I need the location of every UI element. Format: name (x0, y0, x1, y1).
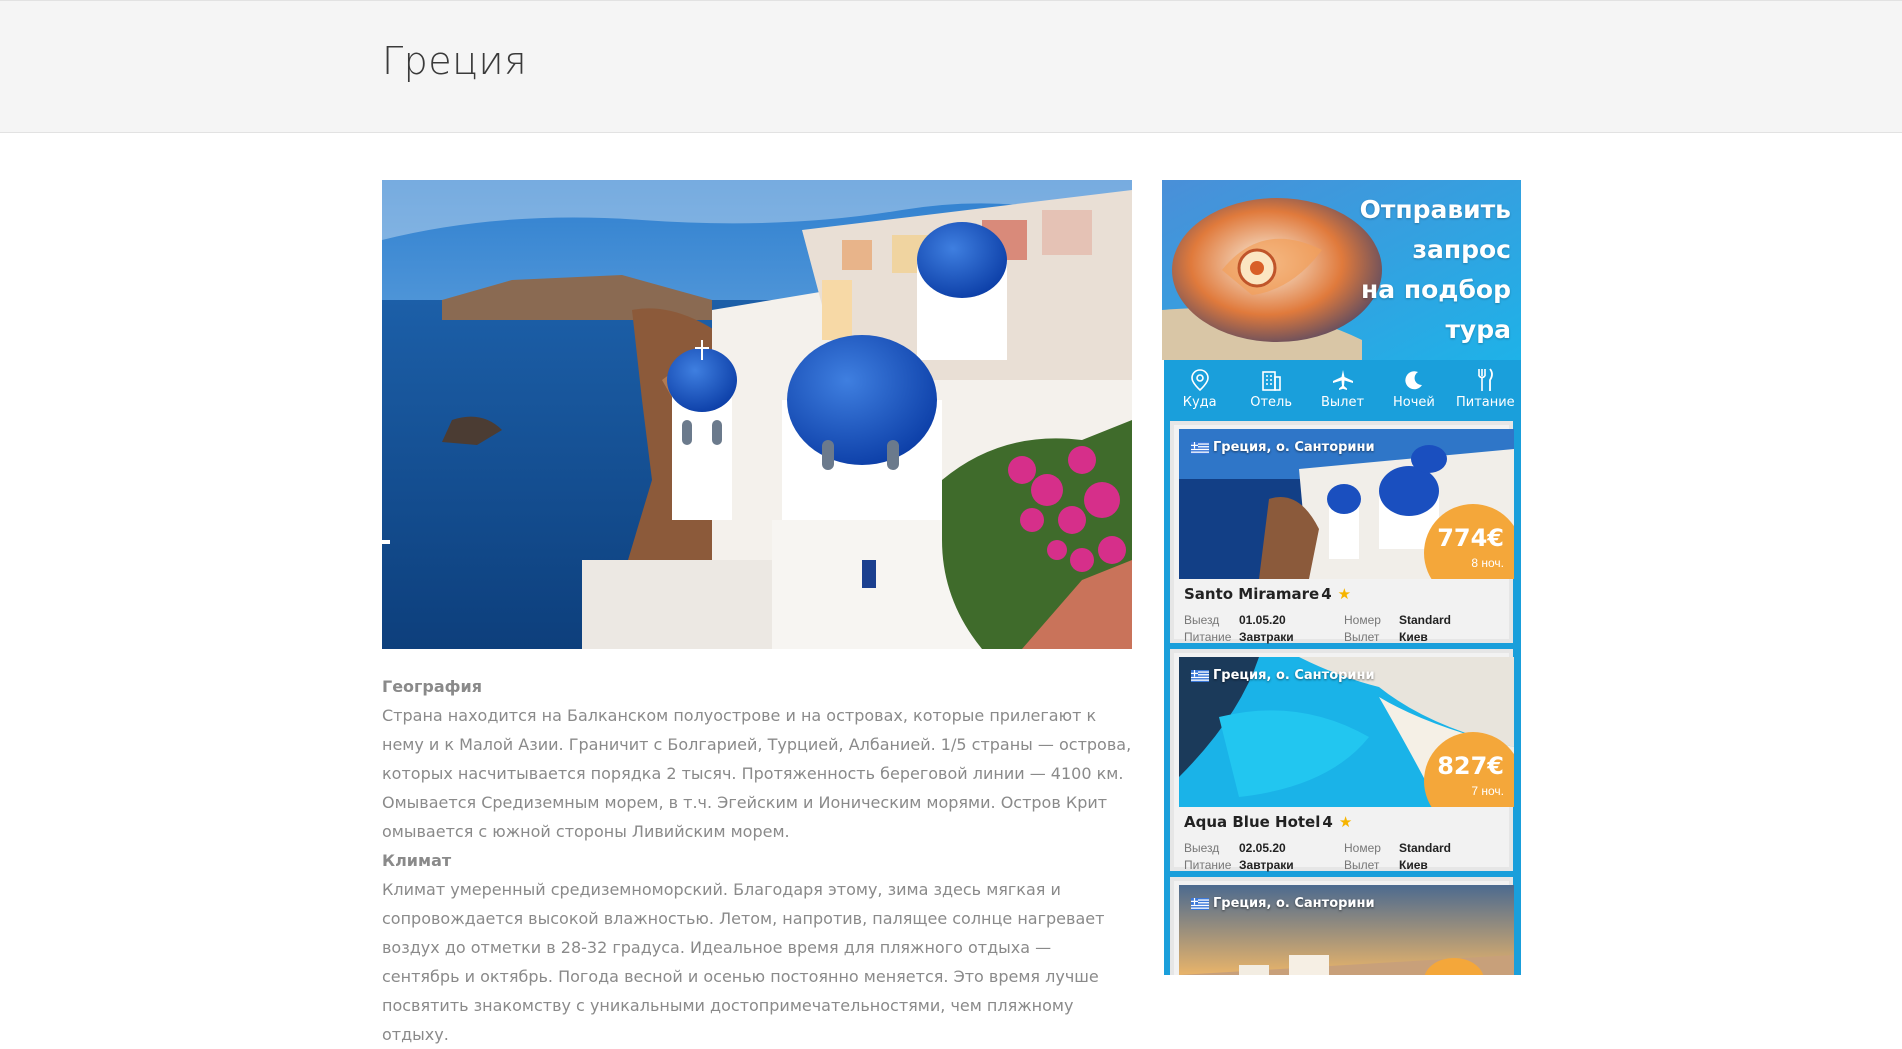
filter-destination[interactable]: Куда (1164, 360, 1235, 417)
tour-list: Греция, о. Санторини 774€ 8 ноч. Santo M… (1164, 417, 1521, 975)
geography-heading: География (382, 677, 483, 696)
filter-nights[interactable]: Ночей (1378, 360, 1449, 417)
meta-label: Вылет (1344, 858, 1380, 872)
departure-date: 02.05.20 (1239, 841, 1286, 855)
tour-image: Греция, о. Санторини 774€ 8 ноч. (1179, 429, 1514, 579)
room-type: Standard (1399, 613, 1452, 627)
departure-city: Киев (1399, 630, 1428, 644)
room-type: Standard (1399, 841, 1452, 855)
hotel-name-text: Santo Miramare (1184, 585, 1320, 603)
tour-location-text: Греция, о. Санторини (1213, 668, 1375, 683)
tour-nights: 7 ноч. (1471, 784, 1504, 798)
departure-city: Киев (1399, 858, 1428, 872)
tour-card[interactable]: Греция, о. Санторини (1170, 877, 1514, 975)
fork-knife-icon (1473, 367, 1497, 392)
map-pin-icon (1188, 368, 1212, 392)
tour-location: Греция, о. Санторини (1191, 668, 1375, 683)
tour-location: Греция, о. Санторини (1191, 440, 1375, 455)
tour-location: Греция, о. Санторини (1191, 896, 1375, 911)
climate-text: Климат умеренный средиземноморский. Благ… (382, 880, 1105, 1044)
tour-details: Выезд 01.05.20 Номер Standard Питание Завтр… (1184, 612, 1504, 646)
hotel-name-text: Aqua Blue Hotel (1184, 813, 1321, 831)
greece-flag-icon (1191, 897, 1209, 910)
filter-meal[interactable]: Питание (1450, 360, 1521, 417)
hotel-name[interactable]: Aqua Blue Hotel 4 ★ (1184, 813, 1352, 831)
tour-details: Выезд 02.05.20 Номер Standard Питание Завтр… (1184, 840, 1504, 874)
star-icon: ★ (1337, 585, 1352, 603)
promo-line: Отправить (1359, 195, 1511, 224)
tour-image: Греция, о. Санторини (1179, 885, 1514, 975)
promo-line: запрос (1412, 235, 1511, 264)
tour-image: Греция, о. Санторини 827€ 7 ноч. (1179, 657, 1514, 807)
tour-widget: Отправить запрос на подбор тура Куда Оте… (1162, 180, 1521, 975)
meta-label: Питание (1184, 858, 1232, 872)
tour-filters: Куда Отель Вылет Ночей Питание (1164, 360, 1521, 417)
greece-flag-icon (1191, 669, 1209, 682)
tour-card[interactable]: Греция, о. Санторини 827€ 7 ноч. Aqua Bl… (1170, 649, 1514, 874)
geography-text: Страна находится на Балканском полуостро… (382, 706, 1132, 841)
climate-heading: Климат (382, 851, 452, 870)
tour-location-text: Греция, о. Санторини (1213, 440, 1375, 455)
tour-location-text: Греция, о. Санторини (1213, 896, 1375, 911)
meta-label: Номер (1344, 613, 1381, 627)
filter-label: Ночей (1392, 394, 1435, 410)
meta-label: Выезд (1184, 841, 1220, 855)
hotel-stars: 4 (1322, 813, 1333, 831)
meta-label: Номер (1344, 841, 1381, 855)
promo-line: тура (1445, 315, 1511, 344)
filter-label: Вылет (1320, 394, 1365, 410)
filter-label: Питание (1455, 394, 1515, 410)
hotel-stars: 4 (1321, 585, 1332, 603)
filter-hotel[interactable]: Отель (1235, 360, 1306, 417)
page-title: Греция (382, 39, 528, 83)
greece-flag-icon (1191, 441, 1209, 454)
request-tour-banner[interactable]: Отправить запрос на подбор тура (1162, 180, 1521, 360)
filter-label: Отель (1250, 394, 1292, 410)
meta-label: Вылет (1344, 630, 1380, 644)
promo-line: на подбор (1360, 275, 1511, 304)
meta-label: Выезд (1184, 613, 1220, 627)
page-header: Греция (0, 0, 1902, 133)
request-tour-text[interactable]: Отправить запрос на подбор тура (1360, 190, 1511, 350)
tour-price: 774€ (1437, 524, 1504, 552)
meta-label: Питание (1184, 630, 1232, 644)
airplane-icon (1331, 368, 1355, 392)
tour-price: 827€ (1437, 752, 1504, 780)
santorini-hero-image (382, 180, 1132, 649)
star-icon: ★ (1338, 813, 1353, 831)
filter-label: Куда (1182, 394, 1217, 410)
country-article: География Страна находится на Балканском… (382, 672, 1132, 1049)
departure-date: 01.05.20 (1239, 613, 1286, 627)
filter-departure[interactable]: Вылет (1307, 360, 1378, 417)
meal-plan: Завтраки (1239, 630, 1294, 644)
moon-icon (1402, 368, 1426, 392)
meal-plan: Завтраки (1239, 858, 1294, 872)
tour-nights: 8 ноч. (1471, 556, 1504, 570)
building-icon (1259, 368, 1283, 392)
hotel-name[interactable]: Santo Miramare 4 ★ (1184, 585, 1351, 603)
tour-card[interactable]: Греция, о. Санторини 774€ 8 ноч. Santo M… (1170, 421, 1514, 646)
